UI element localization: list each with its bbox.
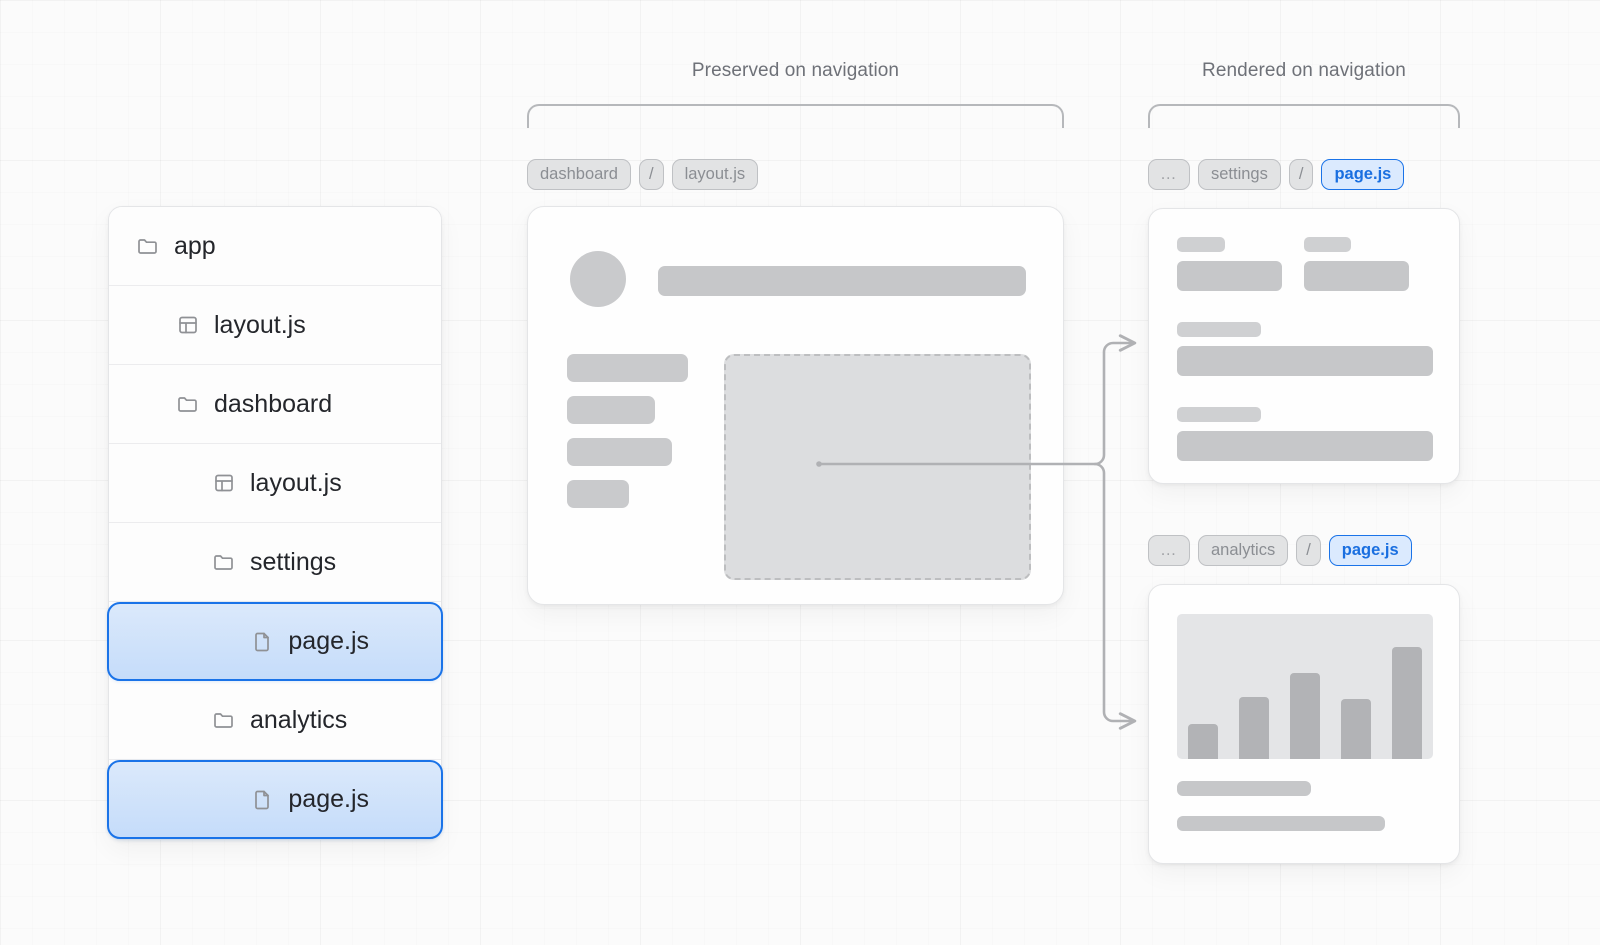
nav-item-skeleton bbox=[567, 438, 672, 466]
nav-item-skeleton bbox=[567, 480, 629, 508]
preserved-bracket bbox=[527, 104, 1064, 128]
tree-row-page-js[interactable]: page.js bbox=[107, 602, 443, 681]
folder-icon bbox=[135, 233, 161, 259]
tree-row-label: page.js bbox=[288, 627, 370, 655]
breadcrumb-pill[interactable]: layout.js bbox=[671, 159, 759, 190]
tree-row-label: layout.js bbox=[214, 310, 306, 339]
bar-chart bbox=[1177, 614, 1433, 759]
breadcrumb-pill[interactable]: … bbox=[1148, 535, 1190, 566]
tree-row-settings[interactable]: settings bbox=[109, 523, 441, 602]
form-label-skeleton bbox=[1304, 237, 1351, 252]
tree-row-layout-js[interactable]: layout.js bbox=[109, 286, 441, 365]
layout-preview-card bbox=[527, 206, 1064, 605]
layout-icon bbox=[175, 312, 201, 338]
caption-line-skeleton bbox=[1177, 816, 1385, 831]
breadcrumb-pill[interactable]: … bbox=[1148, 159, 1190, 190]
layout-icon bbox=[211, 470, 237, 496]
tree-row-dashboard[interactable]: dashboard bbox=[109, 365, 441, 444]
file-tree: app layout.js dashboard layout.js settings pa… bbox=[107, 206, 443, 840]
breadcrumb-pill[interactable]: page.js bbox=[1321, 159, 1405, 190]
form-field-skeleton bbox=[1177, 346, 1433, 376]
analytics-breadcrumb: … analytics / page.js bbox=[1148, 535, 1412, 566]
chart-bar bbox=[1290, 673, 1320, 759]
breadcrumb-pill[interactable]: dashboard bbox=[527, 159, 631, 190]
tree-row-analytics[interactable]: analytics bbox=[109, 681, 441, 760]
form-field-skeleton bbox=[1177, 261, 1282, 291]
file-icon bbox=[249, 787, 275, 813]
tree-row-app[interactable]: app bbox=[109, 207, 441, 286]
folder-icon bbox=[175, 391, 201, 417]
tree-row-page-js[interactable]: page.js bbox=[107, 760, 443, 839]
chart-bar bbox=[1341, 699, 1372, 759]
breadcrumb-separator: / bbox=[1296, 535, 1321, 566]
tree-row-label: layout.js bbox=[250, 468, 342, 497]
tree-row-label: dashboard bbox=[214, 389, 333, 418]
chart-bar bbox=[1238, 697, 1269, 759]
diagram-canvas: Preserved on navigation Rendered on navi… bbox=[0, 0, 1600, 945]
form-field-skeleton bbox=[1304, 261, 1409, 291]
analytics-page-card bbox=[1148, 584, 1460, 864]
breadcrumb-pill[interactable]: settings bbox=[1198, 159, 1281, 190]
settings-breadcrumb: … settings / page.js bbox=[1148, 159, 1405, 190]
file-icon bbox=[249, 629, 275, 655]
children-slot bbox=[724, 354, 1031, 580]
chart-bar bbox=[1392, 647, 1423, 759]
breadcrumb-separator: / bbox=[638, 159, 664, 190]
breadcrumb-pill[interactable]: page.js bbox=[1328, 535, 1412, 566]
breadcrumb-separator: / bbox=[1288, 159, 1314, 190]
tree-row-label: analytics bbox=[250, 705, 348, 734]
tree-row-layout-js[interactable]: layout.js bbox=[109, 444, 441, 523]
rendered-caption: Rendered on navigation bbox=[1202, 60, 1406, 81]
caption-line-skeleton bbox=[1177, 781, 1311, 796]
avatar-placeholder bbox=[570, 251, 626, 307]
tree-row-label: app bbox=[174, 231, 216, 260]
preserved-caption: Preserved on navigation bbox=[691, 60, 900, 81]
folder-icon bbox=[211, 549, 237, 575]
nav-item-skeleton bbox=[567, 396, 655, 424]
preserved-breadcrumb: dashboard / layout.js bbox=[527, 159, 759, 190]
folder-icon bbox=[211, 707, 237, 733]
tree-row-label: page.js bbox=[288, 785, 370, 813]
tree-row-label: settings bbox=[250, 547, 337, 576]
header-bar-skeleton bbox=[658, 266, 1026, 296]
nav-item-skeleton bbox=[567, 354, 688, 382]
form-label-skeleton bbox=[1177, 407, 1261, 422]
form-label-skeleton bbox=[1177, 237, 1225, 252]
chart-bar bbox=[1187, 724, 1218, 759]
breadcrumb-pill[interactable]: analytics bbox=[1198, 535, 1289, 566]
rendered-bracket bbox=[1148, 104, 1460, 128]
form-label-skeleton bbox=[1177, 322, 1261, 337]
form-field-skeleton bbox=[1177, 431, 1433, 461]
settings-page-card bbox=[1148, 208, 1460, 484]
